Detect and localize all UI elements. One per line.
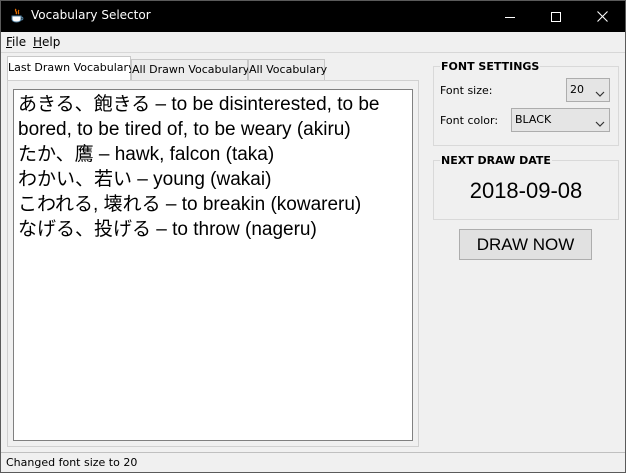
tab-all-vocabulary[interactable]: All Vocabulary (248, 59, 327, 80)
tab-all-drawn-vocabulary[interactable]: All Drawn Vocabulary (131, 59, 249, 80)
maximize-button[interactable] (533, 1, 579, 32)
close-icon (596, 11, 608, 22)
draw-now-button[interactable]: DRAW NOW (459, 229, 592, 260)
close-button[interactable] (579, 1, 625, 32)
window-title: Vocabulary Selector (31, 8, 151, 22)
menu-bar: File Help (1, 32, 625, 52)
font-size-label: Font size: (440, 84, 493, 97)
menu-separator (1, 52, 625, 53)
menu-file[interactable]: File (6, 35, 26, 49)
menu-help-mnemonic: H (33, 35, 43, 49)
status-separator (1, 452, 625, 453)
maximize-icon (551, 11, 561, 22)
app-window: Vocabulary Selector File Help Last Drawn… (0, 0, 626, 473)
vocabulary-text-area[interactable]: あきる、飽きる – to be disinterested, to be bor… (13, 89, 413, 441)
menu-help[interactable]: Help (33, 35, 60, 49)
status-bar-text: Changed font size to 20 (6, 456, 138, 469)
vocab-entry: たか、鷹 – hawk, falcon (taka) (18, 144, 275, 165)
chevron-down-icon (595, 116, 605, 130)
font-size-select[interactable]: 20 (566, 78, 610, 102)
minimize-button[interactable] (487, 1, 533, 32)
font-settings-title: FONT SETTINGS (440, 60, 541, 73)
java-coffee-cup-icon (10, 8, 24, 24)
title-bar[interactable]: Vocabulary Selector (1, 1, 625, 32)
minimize-icon (505, 12, 515, 22)
vocab-entry: こわれる, 壊れる – to breakin (kowareru) (18, 194, 362, 215)
vocab-entry: あきる、飽きる – to be disinterested, to be bor… (18, 94, 380, 140)
next-draw-date-title: NEXT DRAW DATE (440, 154, 552, 167)
font-color-select[interactable]: BLACK (511, 108, 610, 132)
menu-help-label: elp (42, 35, 61, 49)
next-draw-date-value: 2018-09-08 (469, 178, 583, 203)
font-color-value: BLACK (515, 113, 552, 126)
vocab-entry: わかい、若い – young (wakai) (18, 169, 272, 190)
font-color-label: Font color: (440, 114, 499, 127)
tab-last-drawn-vocabulary[interactable]: Last Drawn Vocabulary (7, 56, 135, 80)
menu-file-label: ile (12, 35, 27, 49)
chevron-down-icon (595, 86, 605, 100)
font-size-value: 20 (570, 83, 584, 96)
vocab-entry: なげる、投げる – to throw (nageru) (18, 219, 317, 240)
